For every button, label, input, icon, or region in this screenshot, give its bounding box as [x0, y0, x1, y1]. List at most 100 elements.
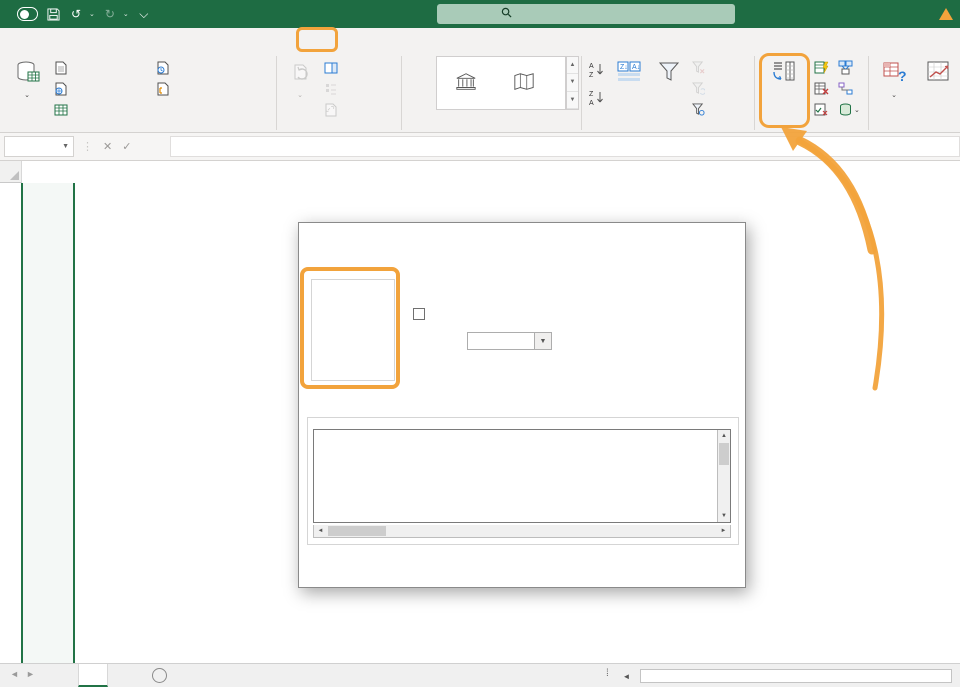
sheet-tab-active[interactable] — [78, 664, 108, 687]
checkbox[interactable] — [413, 308, 425, 320]
horizontal-scrollbar-thumb[interactable] — [640, 669, 952, 683]
dialog-help-button[interactable] — [687, 223, 717, 249]
sheet-nav-next-icon[interactable]: ► — [26, 669, 35, 679]
account-alert[interactable] — [939, 0, 960, 28]
group-label-forecast — [868, 116, 960, 130]
gallery-scroll[interactable]: ▲▼▼ — [566, 56, 579, 110]
existing-connections-icon — [156, 82, 170, 96]
svg-text:Z↓: Z↓ — [620, 64, 628, 71]
delimiters-groupbox — [311, 279, 395, 381]
text-to-columns-button[interactable] — [760, 55, 808, 119]
properties-icon — [324, 82, 338, 96]
text-to-columns-icon — [771, 57, 797, 87]
database-icon — [15, 57, 41, 87]
flash-fill-icon[interactable] — [814, 58, 830, 77]
sort-za-button[interactable]: ZA — [588, 88, 608, 107]
sort-az-icon: AZ — [588, 61, 605, 78]
dialog-title[interactable] — [299, 223, 745, 249]
from-web-button[interactable] — [54, 79, 72, 98]
group-label-get-transform — [0, 116, 276, 130]
scroll-up-icon: ▲ — [718, 430, 730, 442]
sort-za-icon: ZA — [588, 89, 605, 106]
column-a-selection-tint — [22, 183, 73, 663]
name-box-chevron-icon[interactable]: ▼ — [62, 143, 69, 150]
scroll-down-icon: ▼ — [718, 510, 730, 522]
dialog-close-button[interactable] — [715, 223, 745, 249]
group-label-sort-filter — [581, 116, 754, 130]
what-if-analysis-button[interactable]: ? ⌄ — [872, 55, 918, 119]
svg-text:Z: Z — [589, 91, 594, 98]
undo-chevron-icon[interactable]: ⌄ — [89, 10, 95, 18]
warning-icon — [939, 8, 953, 20]
dropdown-chevron-icon: ⌄ — [891, 92, 897, 99]
search-input[interactable] — [437, 4, 735, 24]
remove-duplicates-icon[interactable] — [814, 79, 830, 98]
clear-filter-button — [692, 58, 709, 77]
autosave-toggle[interactable] — [17, 7, 38, 21]
preview-vertical-scrollbar[interactable]: ▲ ▼ — [717, 430, 730, 522]
customize-quick-access-icon[interactable]: ⌵ — [136, 6, 152, 22]
hscroll-left-icon[interactable]: ◄ — [620, 670, 633, 683]
formula-bar: ▼ ⋮ ✕ ✓ — [0, 133, 960, 161]
formula-input[interactable] — [170, 136, 960, 157]
sort-button[interactable]: Z↓ A↓ — [610, 55, 648, 119]
tabbar-dots[interactable]: ⁞ — [606, 668, 609, 679]
map-icon — [513, 72, 535, 92]
recent-sources-button[interactable] — [156, 58, 174, 77]
excel-window: ↺ ⌄ ↻ ⌄ ⌵ ⌄ — [0, 0, 960, 687]
advanced-filter-icon — [692, 103, 705, 116]
existing-connections-button[interactable] — [156, 79, 174, 98]
name-box[interactable]: ▼ — [4, 136, 74, 157]
bank-icon — [455, 72, 477, 92]
sort-az-button[interactable]: AZ — [588, 60, 608, 79]
funnel-icon — [657, 57, 681, 87]
undo-icon[interactable]: ↺ — [68, 6, 84, 22]
select-all-corner[interactable] — [0, 161, 22, 183]
redo-icon: ↻ — [102, 6, 118, 22]
sheet-tab-bar: ◄ ► ⁞ ◄ — [0, 663, 960, 687]
gallery-more-icon: ▼ — [567, 92, 578, 109]
get-data-button[interactable]: ⌄ — [4, 55, 52, 119]
text-file-icon — [54, 61, 68, 75]
group-label-queries — [276, 116, 401, 130]
redo-chevron-icon: ⌄ — [123, 10, 129, 18]
sheet-nav-prev-icon[interactable]: ◄ — [10, 669, 19, 679]
from-text-csv-button[interactable] — [54, 58, 72, 77]
data-preview-table[interactable]: ▲ ▼ — [313, 429, 731, 523]
treat-consecutive-checkbox[interactable] — [413, 307, 430, 321]
stocks-button[interactable] — [437, 57, 495, 109]
relationships-icon[interactable] — [838, 79, 854, 98]
consolidate-icon[interactable] — [838, 58, 854, 77]
scroll-left-icon: ◄ — [314, 525, 327, 537]
preview-horizontal-scrollbar[interactable]: ◄ ► — [313, 525, 731, 538]
scrollbar-thumb — [719, 443, 729, 465]
filter-button[interactable] — [650, 55, 688, 119]
forecast-sheet-button[interactable] — [918, 55, 960, 119]
formula-bar-dots[interactable]: ⋮ — [82, 140, 93, 153]
properties-button — [324, 79, 342, 98]
svg-text:?: ? — [898, 68, 907, 84]
recent-sources-icon — [156, 61, 170, 75]
new-sheet-button[interactable] — [152, 668, 167, 683]
sort-dialog-icon: Z↓ A↓ — [616, 57, 642, 87]
save-icon[interactable] — [45, 6, 61, 22]
svg-text:Z: Z — [589, 72, 594, 78]
text-qualifier-dropdown[interactable]: ▼ — [467, 332, 552, 350]
clear-filter-icon — [692, 61, 705, 74]
edit-links-icon — [324, 103, 338, 117]
reapply-filter-icon — [692, 82, 705, 95]
table-icon — [54, 103, 68, 117]
scrollbar-thumb — [328, 526, 386, 536]
geography-button[interactable] — [495, 57, 553, 109]
web-file-icon — [54, 82, 68, 96]
text-to-columns-wizard-dialog: ▼ ▲ ▼ ◄ ► — [298, 222, 746, 588]
data-types-gallery — [436, 56, 566, 110]
group-label-data-types — [401, 116, 581, 130]
dropdown-arrow-icon[interactable]: ▼ — [534, 333, 551, 349]
gallery-up-icon: ▲ — [567, 57, 578, 74]
svg-text:A↓: A↓ — [632, 64, 640, 71]
queries-connections-button[interactable] — [324, 58, 342, 77]
column-headers — [0, 161, 960, 183]
queries-panel-icon — [324, 61, 338, 75]
dropdown-chevron-icon: ⌄ — [24, 92, 30, 99]
